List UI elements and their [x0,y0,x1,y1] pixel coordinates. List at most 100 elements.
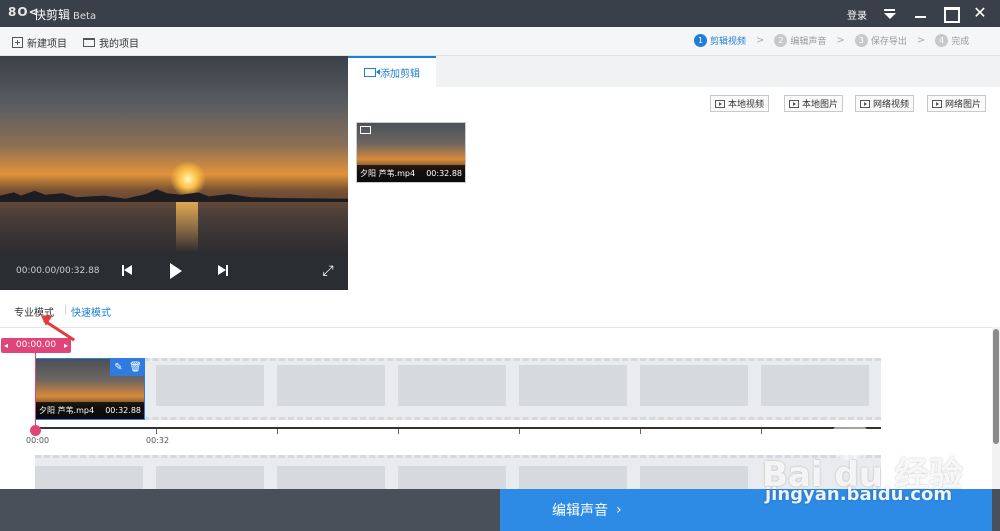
maximize-icon[interactable] [940,4,960,23]
empty-slot [35,466,143,489]
step-number: 1 [694,34,707,47]
ruler-tick [398,429,399,434]
clip-duration: 00:32.88 [105,406,141,415]
empty-slot [398,365,506,406]
new-project-label: 新建项目 [27,39,67,50]
tab-add-clip-label: 添加剪辑 [380,69,420,80]
video-player: 00:00.00/00:32.88 ⤢ [0,56,348,290]
empty-slot [277,466,385,489]
fullscreen-icon[interactable]: ⤢ [318,261,338,281]
login-link[interactable]: 登录 [847,7,867,22]
close-icon[interactable]: ✕ [970,4,990,22]
beta-label: Beta [73,11,97,22]
clip-filename: 夕阳 芦苇.mp4 [39,406,95,415]
second-track[interactable] [35,455,881,489]
media-panel: 添加剪辑 本地视频 本地图片 网络视频 网络图片 夕阳 芦苇.mp4 00:32… [348,56,1000,290]
timeline-clip[interactable]: ✎ 🗑 夕阳 芦苇.mp4 00:32.88 [35,358,145,420]
app-title: 快剪辑 Beta [34,6,96,23]
trash-icon[interactable]: 🗑 [127,359,144,376]
folder-icon [83,38,95,47]
online-video-button[interactable]: 网络视频 [855,95,915,112]
online-image-button[interactable]: 网络图片 [927,95,987,112]
video-icon [860,99,870,108]
chevron-right-icon: › [616,502,622,518]
online-video-label: 网络视频 [873,100,910,110]
fast-mode-tab[interactable]: 快速模式 [71,304,111,319]
empty-slot [640,466,748,489]
step-label: 保存导出 [870,37,907,47]
edit-audio-label: 编辑声音 [552,503,608,519]
timeline-scrollbar[interactable] [992,327,1000,489]
menu-dropdown-icon[interactable] [880,4,900,22]
ruler-label: 00:32 [146,436,170,445]
playhead-time[interactable]: 00:00.00 [1,338,71,353]
video-preview[interactable] [0,56,348,253]
local-video-button[interactable]: 本地视频 [710,95,770,112]
ruler-label: 00:00 [26,436,50,445]
app-name: 快剪辑 [34,8,71,22]
local-image-label: 本地图片 [802,100,839,110]
local-image-button[interactable]: 本地图片 [784,95,844,112]
watermark-url: jingyan.baidu.com [765,484,953,505]
step-indicator: 1 剪辑视频 > 2 编辑声音 > 3 保存导出 > 4 完成 [694,34,969,47]
toolbar: 新建项目 我的项目 1 剪辑视频 > 2 编辑声音 > 3 保存导出 > 4 完… [0,27,1000,56]
ruler-tick [277,429,278,434]
sun-reflection [176,202,198,252]
clip-duration: 00:32.88 [426,169,462,178]
minimize-icon[interactable] [911,4,931,22]
mode-selector: 专业模式 | 快速模式 [0,290,1000,327]
image-icon [789,99,799,108]
clip-filename: 夕阳 芦苇.mp4 [360,169,416,178]
ruler-tick [156,429,157,434]
ruler-tick [640,429,641,434]
previous-frame-icon[interactable] [118,261,138,281]
clip-tools: ✎ 🗑 [110,359,144,376]
empty-slot [156,466,264,489]
my-projects-label: 我的项目 [99,39,139,50]
clip-info-bar: 夕阳 芦苇.mp4 00:32.88 [36,402,144,419]
player-controls: 00:00.00/00:32.88 ⤢ [0,253,348,290]
time-ruler [35,427,881,429]
local-video-label: 本地视频 [728,100,765,110]
empty-slot [156,365,264,406]
chevron-right-icon: > [756,35,765,46]
ruler-tick [761,429,762,434]
video-camera-icon [364,68,380,77]
empty-slot [640,365,748,406]
online-image-label: 网络图片 [945,100,982,110]
my-projects-button[interactable]: 我的项目 [83,35,139,50]
play-icon[interactable] [166,261,186,281]
clip-info-bar: 夕阳 芦苇.mp4 00:32.88 [357,165,465,182]
playhead-handle[interactable] [30,425,41,436]
playhead-line[interactable] [35,353,36,429]
video-camera-icon [360,126,371,134]
chevron-right-icon: > [836,35,845,46]
step-finish: 4 完成 [935,34,969,47]
step-number: 2 [774,34,788,47]
media-library: 本地视频 本地图片 网络视频 网络图片 夕阳 芦苇.mp4 00:32.88 [348,87,1000,290]
tab-add-clip[interactable]: 添加剪辑 [348,56,436,87]
empty-slot [519,466,627,489]
step-label: 剪辑视频 [710,37,747,47]
empty-slot [398,466,506,489]
step-edit-audio: 2 编辑声音 [774,34,826,47]
mode-divider: | [64,304,68,315]
empty-slot [761,365,869,406]
step-label: 编辑声音 [790,37,827,47]
step-save-export: 3 保存导出 [854,34,907,47]
edit-pencil-icon[interactable]: ✎ [110,359,127,376]
video-icon [715,99,725,108]
title-bar: 8O< 快剪辑 Beta 登录 ✕ [0,0,1000,27]
next-frame-icon[interactable] [214,261,234,281]
player-timecode: 00:00.00/00:32.88 [16,266,100,276]
step-number: 3 [854,34,868,47]
scrollbar-thumb[interactable] [993,329,999,444]
step-edit-video: 1 剪辑视频 [694,34,746,47]
library-clip[interactable]: 夕阳 芦苇.mp4 00:32.88 [356,122,466,183]
sunset-sun [170,161,206,197]
empty-slot [519,365,627,406]
empty-slot [277,365,385,406]
new-project-button[interactable]: 新建项目 [12,35,67,50]
chevron-right-icon: > [916,35,926,46]
step-label: 完成 [951,37,970,47]
